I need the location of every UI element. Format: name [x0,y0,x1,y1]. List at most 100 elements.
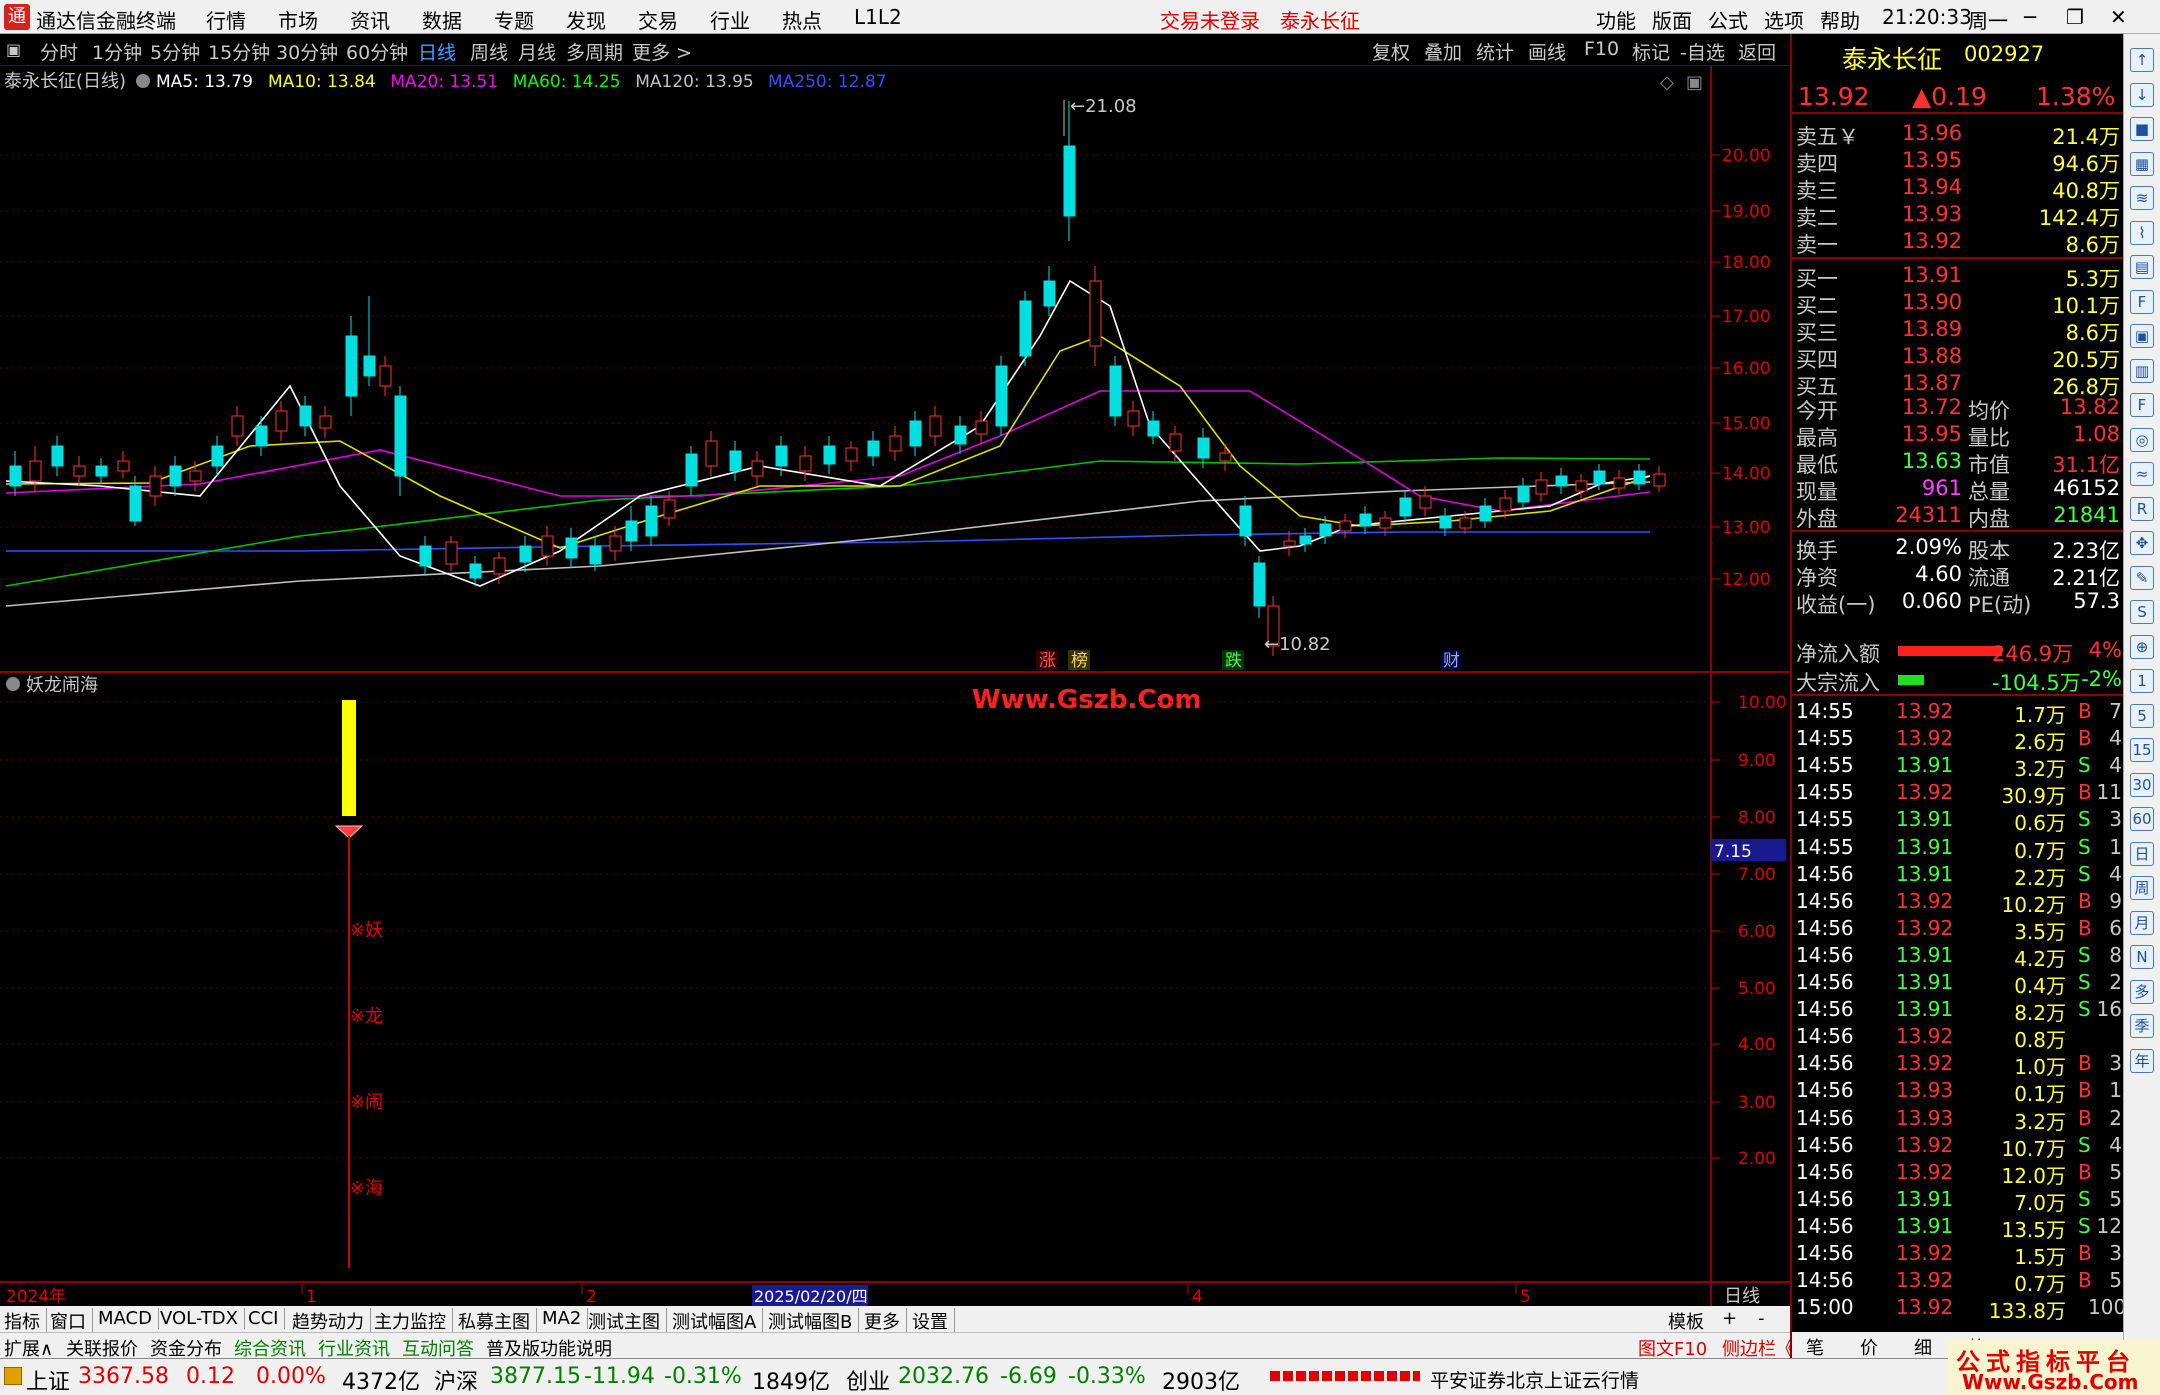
tick-row[interactable]: 14:56 13.92 1.5万 B 3 [1792,1240,2125,1269]
btn-fanhui[interactable]: 返回 [1738,38,1776,65]
tick-row[interactable]: 14:55 13.91 0.6万 S 3 [1792,806,2125,835]
tool-button-8[interactable]: ▣ [2130,324,2154,348]
bid-row[interactable]: 买三 13.89 8.6万 [1792,316,2125,345]
minimize-icon[interactable]: ─ [2024,5,2036,29]
tick-row[interactable]: 14:55 13.92 1.7万 B 7 [1792,698,2125,727]
bid-row[interactable]: 买五 13.87 26.8万 [1792,370,2125,399]
menu-item-shichang[interactable]: 市场 [278,5,318,34]
btn-diejia[interactable]: 叠加 [1424,38,1462,65]
tick-row[interactable]: 14:55 13.92 30.9万 B 11 [1792,779,2125,808]
ask-row[interactable]: 卖四 13.95 94.6万 [1792,147,2125,176]
period-multi[interactable]: 多周期 [566,38,623,65]
stat-row[interactable]: 最高 13.95 量比 1.08 [1792,421,2125,450]
tab-jia[interactable]: 价 [1860,1334,1878,1360]
tab-zhuli[interactable]: 主力监控 [374,1308,453,1334]
tick-row[interactable]: 14:56 13.92 10.2万 B 9 [1792,888,2125,917]
tool-button-25[interactable]: 月 [2130,910,2154,935]
tab-qushi[interactable]: 趋势动力 [292,1308,371,1334]
btn-biaoji[interactable]: 标记 [1632,38,1670,65]
period-monthly[interactable]: 月线 [518,38,556,65]
marker-cai[interactable]: 财 [1443,651,1460,671]
index-hs-name[interactable]: 沪深 [434,1364,478,1395]
tab-ceshi-futu-a[interactable]: 测试幅图A [672,1308,764,1334]
tool-button-13[interactable]: R [2130,496,2154,521]
tick-row[interactable]: 14:55 13.91 3.2万 S 4 [1792,752,2125,781]
period-fenshi[interactable]: 分时 [40,38,78,65]
tick-list[interactable]: 14:55 13.92 1.7万 B 7 14:55 13.92 2.6万 B 4 14:55 13.… [1792,694,2126,1336]
tool-button-6[interactable]: ▤ [2130,255,2154,279]
server-status[interactable]: 平安证券北京上证云行情 [1430,1366,1639,1393]
marker-die[interactable]: 跌 [1225,651,1242,671]
tool-button-23[interactable]: 日 [2130,841,2154,866]
tick-row[interactable]: 14:55 13.91 0.7万 S 1 [1792,834,2125,863]
tool-button-10[interactable]: F [2130,393,2154,417]
tab-simu[interactable]: 私募主图 [458,1308,537,1334]
tick-row[interactable]: 14:56 13.91 7.0万 S 5 [1792,1186,2125,1215]
tick-row[interactable]: 14:55 13.92 2.6万 B 4 [1792,725,2125,754]
tool-button-16[interactable]: S [2130,600,2154,624]
tool-button-21[interactable]: 30 [2130,772,2154,797]
tab-ceshi-zhutu[interactable]: 测试主图 [588,1308,667,1334]
period-menu-icon[interactable]: ▣ [6,40,21,59]
tick-row[interactable]: 14:56 13.92 12.0万 B 5 [1792,1159,2125,1188]
tab-ma2[interactable]: MA2 [542,1308,589,1329]
maximize-icon[interactable]: ❐ [2066,5,2084,29]
tool-button-29[interactable]: 年 [2130,1048,2154,1073]
marker-zhang[interactable]: 涨 [1039,651,1056,671]
tick-row[interactable]: 14:56 13.92 10.7万 S 4 [1792,1132,2125,1161]
chart-settings-icon[interactable] [136,74,150,88]
tab-vol-tdx[interactable]: VOL-TDX [160,1308,245,1329]
menu-item-banmian[interactable]: 版面 [1652,5,1692,34]
period-15min[interactable]: 15分钟 [208,38,270,65]
stat-row[interactable]: 外盘 24311 内盘 21841 [1792,502,2125,531]
ask-row[interactable]: 卖一 13.92 8.6万 [1792,228,2125,257]
tool-button-15[interactable]: ✎ [2130,565,2154,590]
tick-row[interactable]: 14:56 13.91 13.5万 S 12 [1792,1213,2125,1242]
tool-button-4[interactable]: ≋ [2130,186,2154,210]
period-30min[interactable]: 30分钟 [276,38,338,65]
bid-row[interactable]: 买二 13.90 10.1万 [1792,289,2125,318]
btn-template[interactable]: 模板 [1668,1308,1710,1334]
period-5min[interactable]: 5分钟 [150,38,200,65]
tool-button-28[interactable]: 季 [2130,1014,2154,1038]
tab-ceshi-futu-b[interactable]: 测试幅图B [768,1308,860,1334]
tick-row[interactable]: 14:56 13.93 3.2万 B 2 [1792,1105,2125,1134]
tick-row[interactable]: 14:56 13.92 0.7万 B 5 [1792,1267,2125,1296]
menu-item-gongneng[interactable]: 功能 [1596,5,1636,34]
tool-button-11[interactable]: ◎ [2130,427,2154,452]
login-status[interactable]: 交易未登录 [1160,5,1260,34]
period-more[interactable]: 更多 > [632,38,692,65]
menu-item-bangzhu[interactable]: 帮助 [1820,5,1860,34]
menu-item-jiaoyi[interactable]: 交易 [638,5,678,34]
chart-diamond-icon[interactable]: ◇ [1660,72,1674,93]
period-60min[interactable]: 60分钟 [346,38,408,65]
menu-item-l1l2[interactable]: L1L2 [854,5,902,29]
tool-button-7[interactable]: F [2130,289,2154,314]
stat-row[interactable]: 最低 13.63 市值 31.1亿 [1792,448,2125,477]
menu-item-zixun[interactable]: 资讯 [350,5,390,34]
stat-row[interactable]: 净资 4.60 流通 2.21亿 [1792,561,2125,590]
tool-button-9[interactable]: ▥ [2130,358,2154,383]
ask-row[interactable]: 卖三 13.94 40.8万 [1792,174,2125,203]
menu-item-hangye[interactable]: 行业 [710,5,750,34]
period-daily[interactable]: 日线 [418,38,456,65]
chart-window-icon[interactable]: ▣ [1686,72,1703,93]
tool-button-17[interactable]: ⊕ [2130,634,2154,659]
tab-chuangkou[interactable]: 窗口 [50,1308,93,1334]
tick-row[interactable]: 15:00 13.92 133.8万 100 [1792,1294,2126,1323]
tool-button-2[interactable]: ■ [2130,117,2154,141]
tool-button-27[interactable]: 多 [2130,979,2154,1004]
tab-shezhi[interactable]: 设置 [912,1308,955,1334]
tab-zhibiao[interactable]: 指标 [4,1308,47,1334]
tick-row[interactable]: 14:56 13.91 0.4万 S 2 [1792,969,2125,998]
tool-button-19[interactable]: 5 [2130,703,2154,728]
stat-row[interactable]: 收益(一) 0.060 PE(动) 57.3 [1792,588,2125,617]
index-cy-name[interactable]: 创业 [846,1364,890,1395]
tool-button-14[interactable]: ✥ [2130,531,2154,555]
btn-tongji[interactable]: 统计 [1476,38,1514,65]
tick-row[interactable]: 14:56 13.91 2.2万 S 4 [1792,861,2125,890]
marker-bang[interactable]: 榜 [1071,651,1088,671]
tick-row[interactable]: 14:56 13.93 0.1万 B 1 [1792,1077,2125,1106]
menu-item-redian[interactable]: 热点 [782,5,822,34]
index-sh-name[interactable]: 上证 [26,1364,70,1395]
